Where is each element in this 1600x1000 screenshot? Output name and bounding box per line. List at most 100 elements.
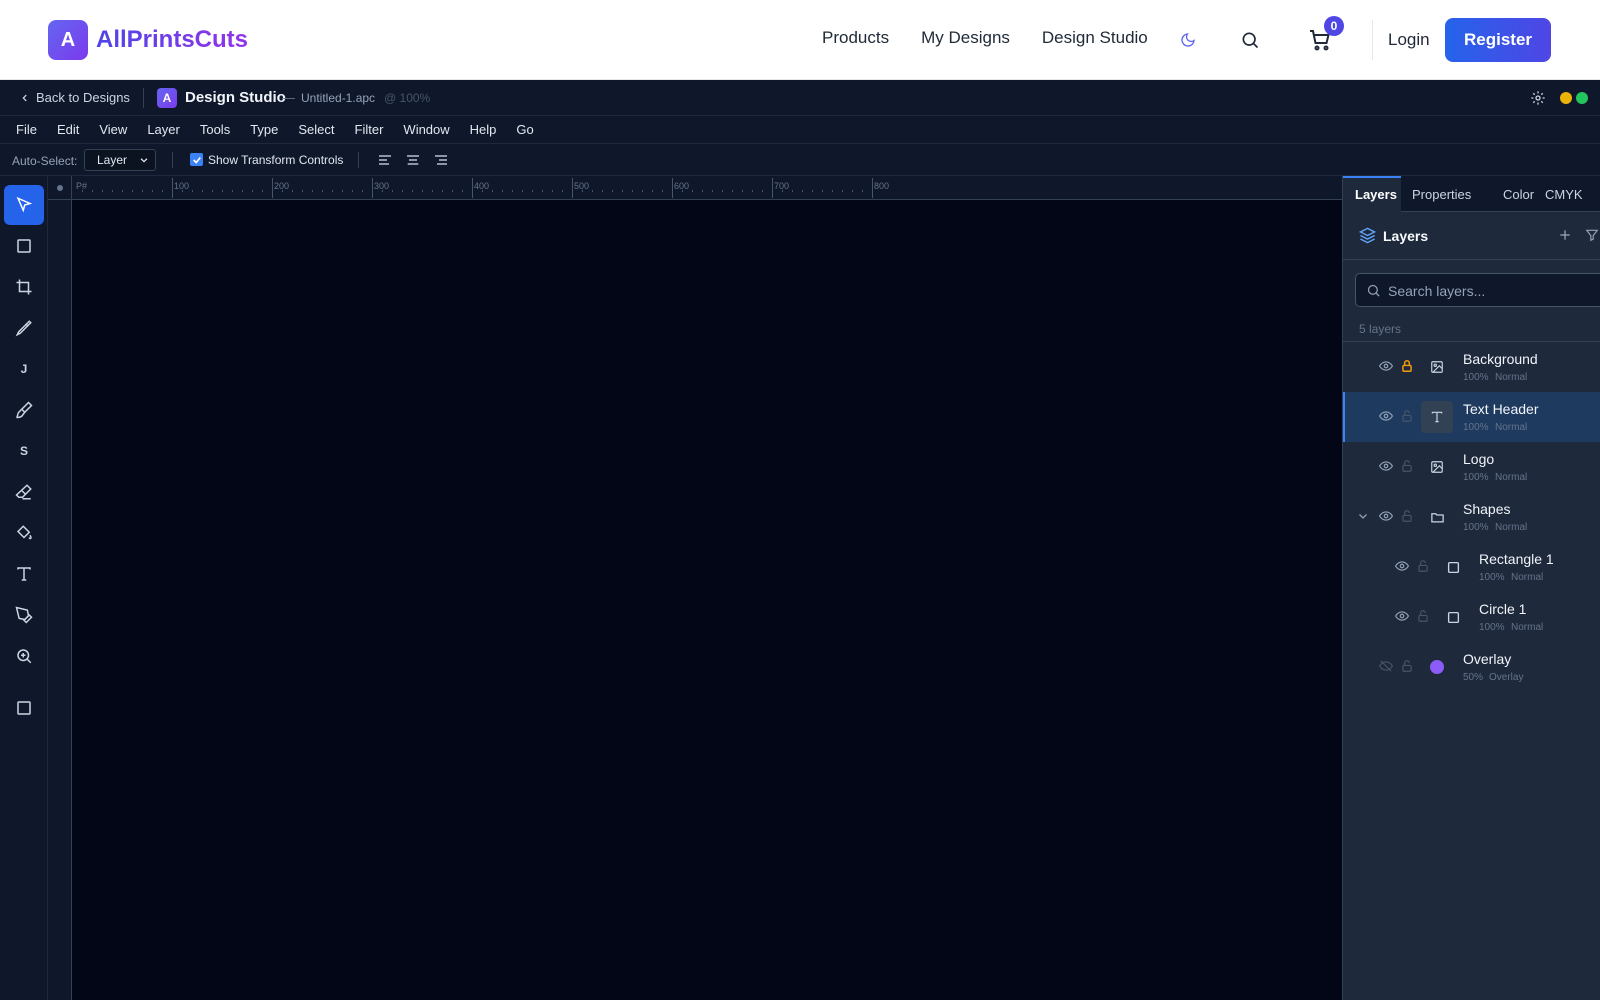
- paint-bucket-tool-icon[interactable]: [4, 513, 44, 553]
- ruler-minor-tick: [712, 190, 713, 192]
- lock-open-icon[interactable]: [1416, 609, 1432, 625]
- nav-products[interactable]: Products: [822, 28, 889, 48]
- layer-opacity: 100%: [1463, 472, 1489, 483]
- layer-blend: Normal: [1495, 372, 1528, 383]
- zoom-tool-icon[interactable]: [4, 636, 44, 676]
- lock-open-icon[interactable]: [1400, 409, 1416, 425]
- eyedropper-tool-icon[interactable]: [4, 308, 44, 348]
- menu-go[interactable]: Go: [516, 122, 533, 137]
- menu-file[interactable]: File: [16, 122, 37, 137]
- ruler-minor-tick: [802, 190, 803, 192]
- layer-opacity: 100%: [1479, 572, 1505, 583]
- menu-layer[interactable]: Layer: [147, 122, 180, 137]
- layer-row-text-header[interactable]: Text Header 100% Normal: [1343, 392, 1600, 442]
- back-to-designs-link[interactable]: Back to Designs: [20, 90, 130, 105]
- ruler-minor-tick: [812, 190, 813, 192]
- healing-tool-icon[interactable]: J: [4, 349, 44, 389]
- lock-open-icon[interactable]: [1400, 459, 1416, 475]
- eye-icon[interactable]: [1394, 609, 1411, 625]
- layer-row-background[interactable]: Background 100% Normal: [1343, 342, 1600, 392]
- eye-off-icon[interactable]: [1378, 659, 1395, 675]
- add-layer-plus-icon[interactable]: [1557, 227, 1573, 248]
- lock-open-icon[interactable]: [1416, 559, 1432, 575]
- ruler-minor-tick: [762, 190, 763, 192]
- ruler-minor-tick: [732, 190, 733, 192]
- show-transform-label: Show Transform Controls: [208, 153, 344, 167]
- move-tool-icon[interactable]: [4, 185, 44, 225]
- ruler-minor-tick: [332, 190, 333, 192]
- layer-blend: Normal: [1495, 522, 1528, 533]
- ruler-minor-tick: [852, 190, 853, 192]
- layer-row-rectangle-1[interactable]: Rectangle 1 100% Normal: [1343, 542, 1600, 592]
- menu-edit[interactable]: Edit: [57, 122, 79, 137]
- square-icon: [1437, 551, 1469, 583]
- ruler-minor-tick: [212, 190, 213, 192]
- auto-select-dropdown[interactable]: Layer: [84, 149, 156, 171]
- clone-stamp-tool-icon[interactable]: S: [4, 431, 44, 471]
- brand-name: AllPrintsCuts: [96, 26, 249, 53]
- nav-my-designs[interactable]: My Designs: [921, 28, 1010, 48]
- ruler-minor-tick: [702, 190, 703, 192]
- ruler-minor-tick: [582, 190, 583, 192]
- ruler-minor-tick: [262, 190, 263, 192]
- ruler-minor-tick: [92, 190, 93, 192]
- menu-view[interactable]: View: [99, 122, 127, 137]
- menu-filter[interactable]: Filter: [355, 122, 384, 137]
- eye-icon[interactable]: [1378, 459, 1395, 475]
- text-tool-icon[interactable]: [4, 554, 44, 594]
- ruler-minor-tick: [232, 190, 233, 192]
- layer-name: Background: [1463, 351, 1538, 367]
- layer-blend: Normal: [1511, 572, 1544, 583]
- layer-blend: Normal: [1511, 622, 1544, 633]
- ruler-minor-tick: [412, 190, 413, 192]
- lock-open-icon[interactable]: [1400, 659, 1416, 675]
- align-left-icon[interactable]: [377, 152, 393, 168]
- menu-type[interactable]: Type: [250, 122, 278, 137]
- layer-row-shapes[interactable]: Shapes 100% Normal: [1343, 492, 1600, 542]
- login-link[interactable]: Login: [1388, 30, 1430, 50]
- marquee-tool-icon[interactable]: [4, 226, 44, 266]
- lock-closed-icon[interactable]: [1400, 359, 1416, 375]
- align-center-icon[interactable]: [405, 152, 421, 168]
- eye-icon[interactable]: [1378, 409, 1395, 425]
- menu-select[interactable]: Select: [298, 122, 334, 137]
- tab-properties[interactable]: Properties: [1412, 187, 1471, 202]
- search-icon[interactable]: [1238, 28, 1262, 52]
- menu-window[interactable]: Window: [403, 122, 449, 137]
- brush-tool-icon[interactable]: [4, 390, 44, 430]
- filter-icon[interactable]: [1585, 227, 1599, 248]
- nav-design-studio[interactable]: Design Studio: [1042, 28, 1148, 48]
- menu-help[interactable]: Help: [470, 122, 497, 137]
- eraser-tool-icon[interactable]: [4, 472, 44, 512]
- brand-link[interactable]: A AllPrintsCuts: [48, 20, 248, 60]
- ruler-minor-tick: [542, 190, 543, 192]
- ruler-minor-tick: [162, 190, 163, 192]
- theme-toggle-moon-icon[interactable]: [1176, 28, 1200, 52]
- tab-layers[interactable]: Layers: [1355, 187, 1397, 202]
- layer-row-overlay[interactable]: Overlay 50% Overlay: [1343, 642, 1600, 692]
- ruler-minor-tick: [322, 190, 323, 192]
- eye-icon[interactable]: [1378, 359, 1395, 375]
- tab-cmyk[interactable]: CMYK: [1545, 187, 1583, 202]
- eye-icon[interactable]: [1378, 509, 1395, 525]
- chevron-down-icon[interactable]: [1357, 509, 1373, 525]
- settings-gear-icon[interactable]: [1530, 90, 1546, 109]
- menu-tools[interactable]: Tools: [200, 122, 230, 137]
- align-right-icon[interactable]: [433, 152, 449, 168]
- ruler-minor-tick: [622, 190, 623, 192]
- ruler-minor-tick: [252, 190, 253, 192]
- ruler-minor-tick: [152, 190, 153, 192]
- pen-tool-icon[interactable]: [4, 595, 44, 635]
- search-layers-input[interactable]: Search layers...: [1355, 273, 1600, 307]
- ruler-minor-tick: [562, 190, 563, 192]
- tab-color[interactable]: Color: [1503, 187, 1534, 202]
- show-transform-checkbox[interactable]: [190, 153, 203, 166]
- lock-open-icon[interactable]: [1400, 509, 1416, 525]
- layer-row-circle-1[interactable]: Circle 1 100% Normal: [1343, 592, 1600, 642]
- eye-icon[interactable]: [1394, 559, 1411, 575]
- layer-row-logo[interactable]: Logo 100% Normal: [1343, 442, 1600, 492]
- crop-tool-icon[interactable]: [4, 267, 44, 307]
- design-canvas[interactable]: [72, 200, 1342, 1000]
- register-button[interactable]: Register: [1445, 18, 1551, 62]
- color-swatch-icon[interactable]: [4, 688, 44, 728]
